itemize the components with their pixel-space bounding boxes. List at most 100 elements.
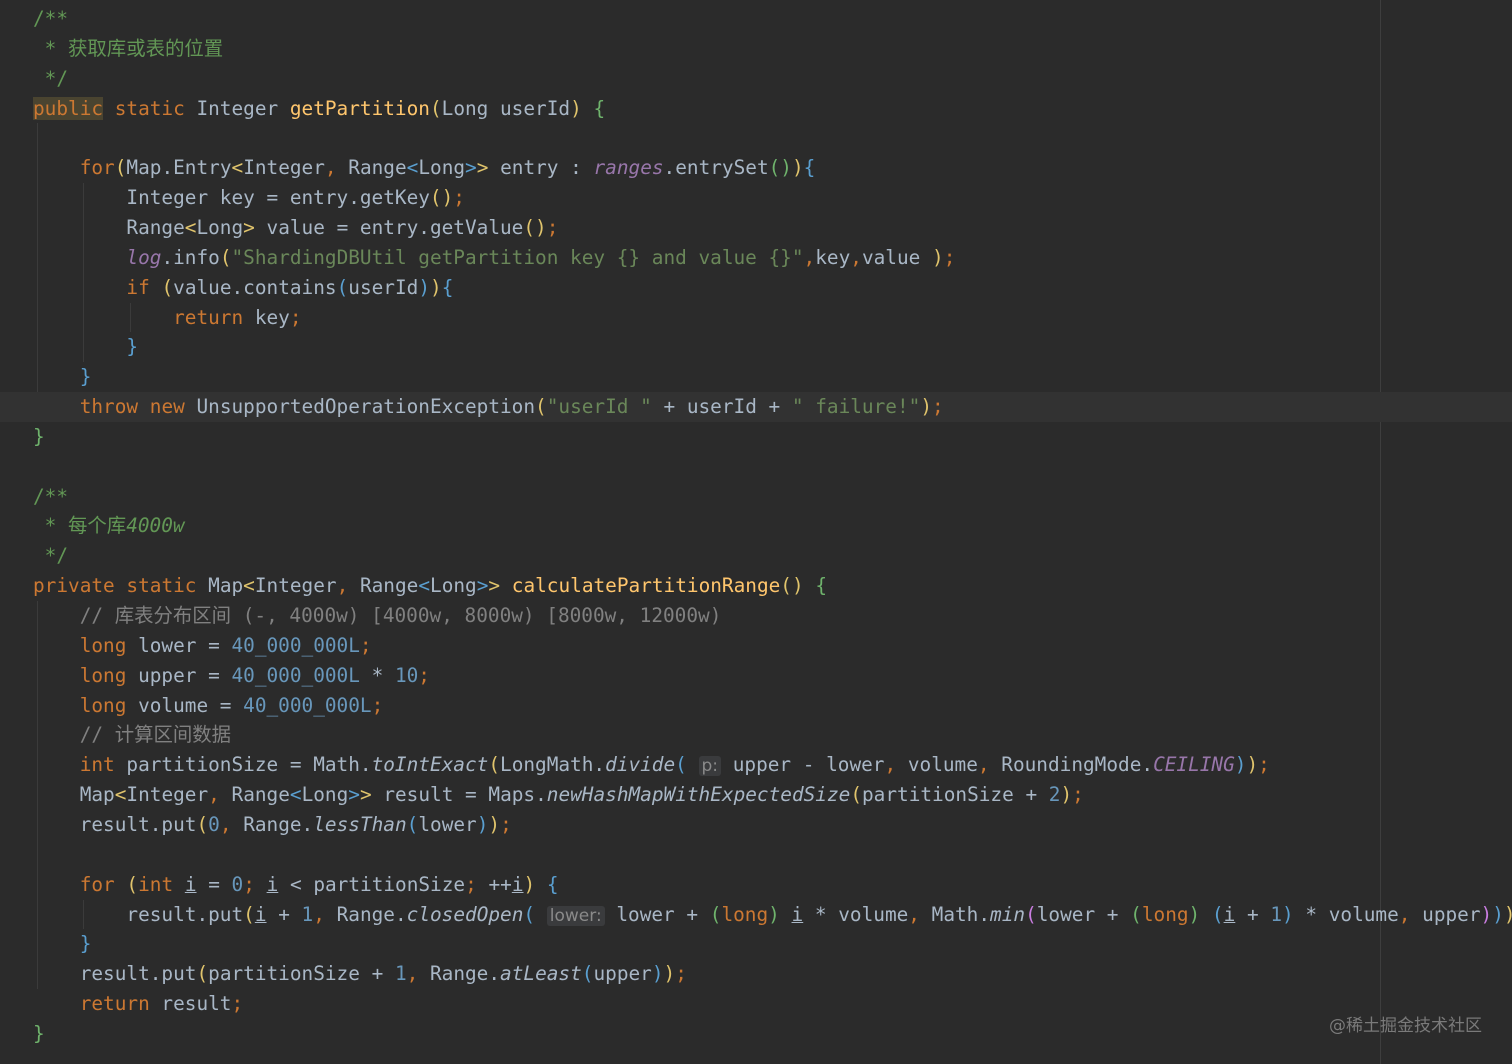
code-line[interactable]: // 库表分布区间 (-, 4000w) [4000w, 8000w) [800…	[0, 601, 1512, 631]
code-line[interactable]: Range<Long> value = entry.getValue();	[0, 213, 1512, 243]
code-token: ;	[932, 395, 944, 419]
code-token: Range	[336, 156, 407, 180]
code-token: <	[406, 156, 419, 180]
code-line[interactable]: return result;	[0, 989, 1512, 1019]
code-token: ;	[418, 663, 430, 687]
code-token: atLeast	[500, 962, 582, 986]
code-line-text: return result;	[33, 989, 243, 1019]
code-token: }	[79, 365, 92, 389]
code-editor[interactable]: /** * 获取库或表的位置 */ public static Integer g…	[0, 0, 1512, 1064]
code-token: if	[126, 275, 150, 299]
code-token: )	[1188, 902, 1201, 926]
code-token: ()	[780, 574, 804, 598]
code-token: Map.Entry	[126, 156, 232, 180]
code-line[interactable]: Integer key = entry.getKey();	[0, 183, 1512, 213]
code-line[interactable]	[0, 123, 1512, 153]
code-line[interactable]: result.put(i + 1, Range.closedOpen( lowe…	[0, 900, 1512, 930]
code-token: )	[932, 245, 944, 269]
code-token: (	[219, 245, 232, 269]
code-line[interactable]: log.info("ShardingDBUtil getPartition ke…	[0, 243, 1512, 273]
code-line[interactable]: /**	[0, 482, 1512, 512]
code-token: (	[535, 395, 547, 419]
code-line[interactable]: public static Integer getPartition(Long …	[0, 94, 1512, 124]
code-line-text: */	[33, 541, 68, 571]
code-token: new	[149, 395, 185, 419]
code-token: 1	[394, 962, 407, 986]
code-token: (	[675, 753, 687, 777]
code-line[interactable]: long volume = 40_000_000L;	[0, 691, 1512, 721]
code-token: 40_000_000L	[243, 693, 372, 717]
code-token: throw	[79, 395, 139, 419]
code-token: +	[266, 902, 302, 926]
parameter-hint: p:	[698, 756, 722, 777]
code-token: lower +	[604, 902, 710, 926]
code-token: )	[663, 962, 676, 986]
code-line[interactable]: }	[0, 332, 1512, 362]
code-line[interactable]: for (int i = 0; i < partitionSize; ++i) …	[0, 870, 1512, 900]
code-line[interactable]: * 获取库或表的位置	[0, 34, 1512, 64]
code-token: /**	[33, 484, 69, 508]
code-token: ;	[289, 305, 302, 329]
code-line[interactable]: */	[0, 64, 1512, 94]
code-line[interactable]: // 计算区间数据	[0, 720, 1512, 750]
code-token: ()	[768, 156, 792, 180]
code-token: ;	[359, 633, 372, 657]
code-line-text: if (value.contains(userId)){	[33, 273, 453, 303]
code-line[interactable]: result.put(0, Range.lessThan(lower));	[0, 810, 1512, 840]
code-token: 10	[394, 663, 419, 687]
code-line[interactable]: int partitionSize = Math.toIntExact(Long…	[0, 750, 1512, 780]
watermark: @稀土掘金技术社区	[1329, 1016, 1482, 1036]
code-token: (	[196, 962, 209, 986]
code-token: ,	[336, 574, 349, 598]
code-line[interactable]: }	[0, 1019, 1512, 1049]
code-token: )	[430, 275, 442, 299]
code-token: ;	[675, 962, 687, 986]
code-line[interactable]: throw new UnsupportedOperationException(…	[0, 392, 1512, 423]
code-token: 0	[231, 872, 244, 896]
code-line[interactable]: }	[0, 422, 1512, 452]
code-line[interactable]: * 每个库4000w	[0, 511, 1512, 541]
code-line-text: /**	[33, 482, 68, 512]
code-line[interactable]: return key;	[0, 303, 1512, 333]
code-token: ,	[219, 812, 232, 836]
code-token: key	[243, 305, 290, 329]
code-token: (	[581, 962, 594, 986]
code-token: upper	[1410, 902, 1481, 926]
code-line[interactable]: if (value.contains(userId)){	[0, 273, 1512, 303]
code-line-text: }	[33, 362, 92, 392]
code-token: partitionSize +	[208, 962, 395, 986]
code-line[interactable]: Map<Integer, Range<Long>> result = Maps.…	[0, 780, 1512, 810]
code-token: long	[79, 693, 127, 717]
code-token: )	[1480, 902, 1493, 926]
code-line[interactable]: for(Map.Entry<Integer, Range<Long>> entr…	[0, 153, 1512, 183]
code-line[interactable]: result.put(partitionSize + 1, Range.atLe…	[0, 959, 1512, 989]
code-line[interactable]: }	[0, 929, 1512, 959]
code-line[interactable]	[0, 452, 1512, 482]
code-line-text: long volume = 40_000_000L;	[33, 691, 384, 721]
code-token: (	[429, 96, 442, 120]
code-token: i	[266, 872, 279, 896]
code-line[interactable]: private static Map<Integer, Range<Long>>…	[0, 571, 1512, 601]
code-token: {	[815, 574, 828, 598]
code-line-text: log.info("ShardingDBUtil getPartition ke…	[33, 243, 955, 273]
code-token: ,	[884, 753, 897, 777]
code-token: divide	[605, 753, 676, 777]
code-token: Integer	[254, 574, 337, 598]
code-line[interactable]: long upper = 40_000_000L * 10;	[0, 661, 1512, 691]
code-token: getPartition	[289, 96, 430, 120]
code-token: * volume	[803, 902, 909, 926]
code-line[interactable]: }	[0, 362, 1512, 392]
code-line[interactable]: /**	[0, 4, 1512, 34]
code-line[interactable]	[0, 840, 1512, 870]
code-line[interactable]: long lower = 40_000_000L;	[0, 631, 1512, 661]
code-token: upper =	[126, 663, 232, 687]
code-token: 4000w	[126, 514, 185, 538]
code-line[interactable]: */	[0, 541, 1512, 571]
code-token: ;	[500, 812, 512, 836]
code-token: ;	[943, 245, 956, 269]
